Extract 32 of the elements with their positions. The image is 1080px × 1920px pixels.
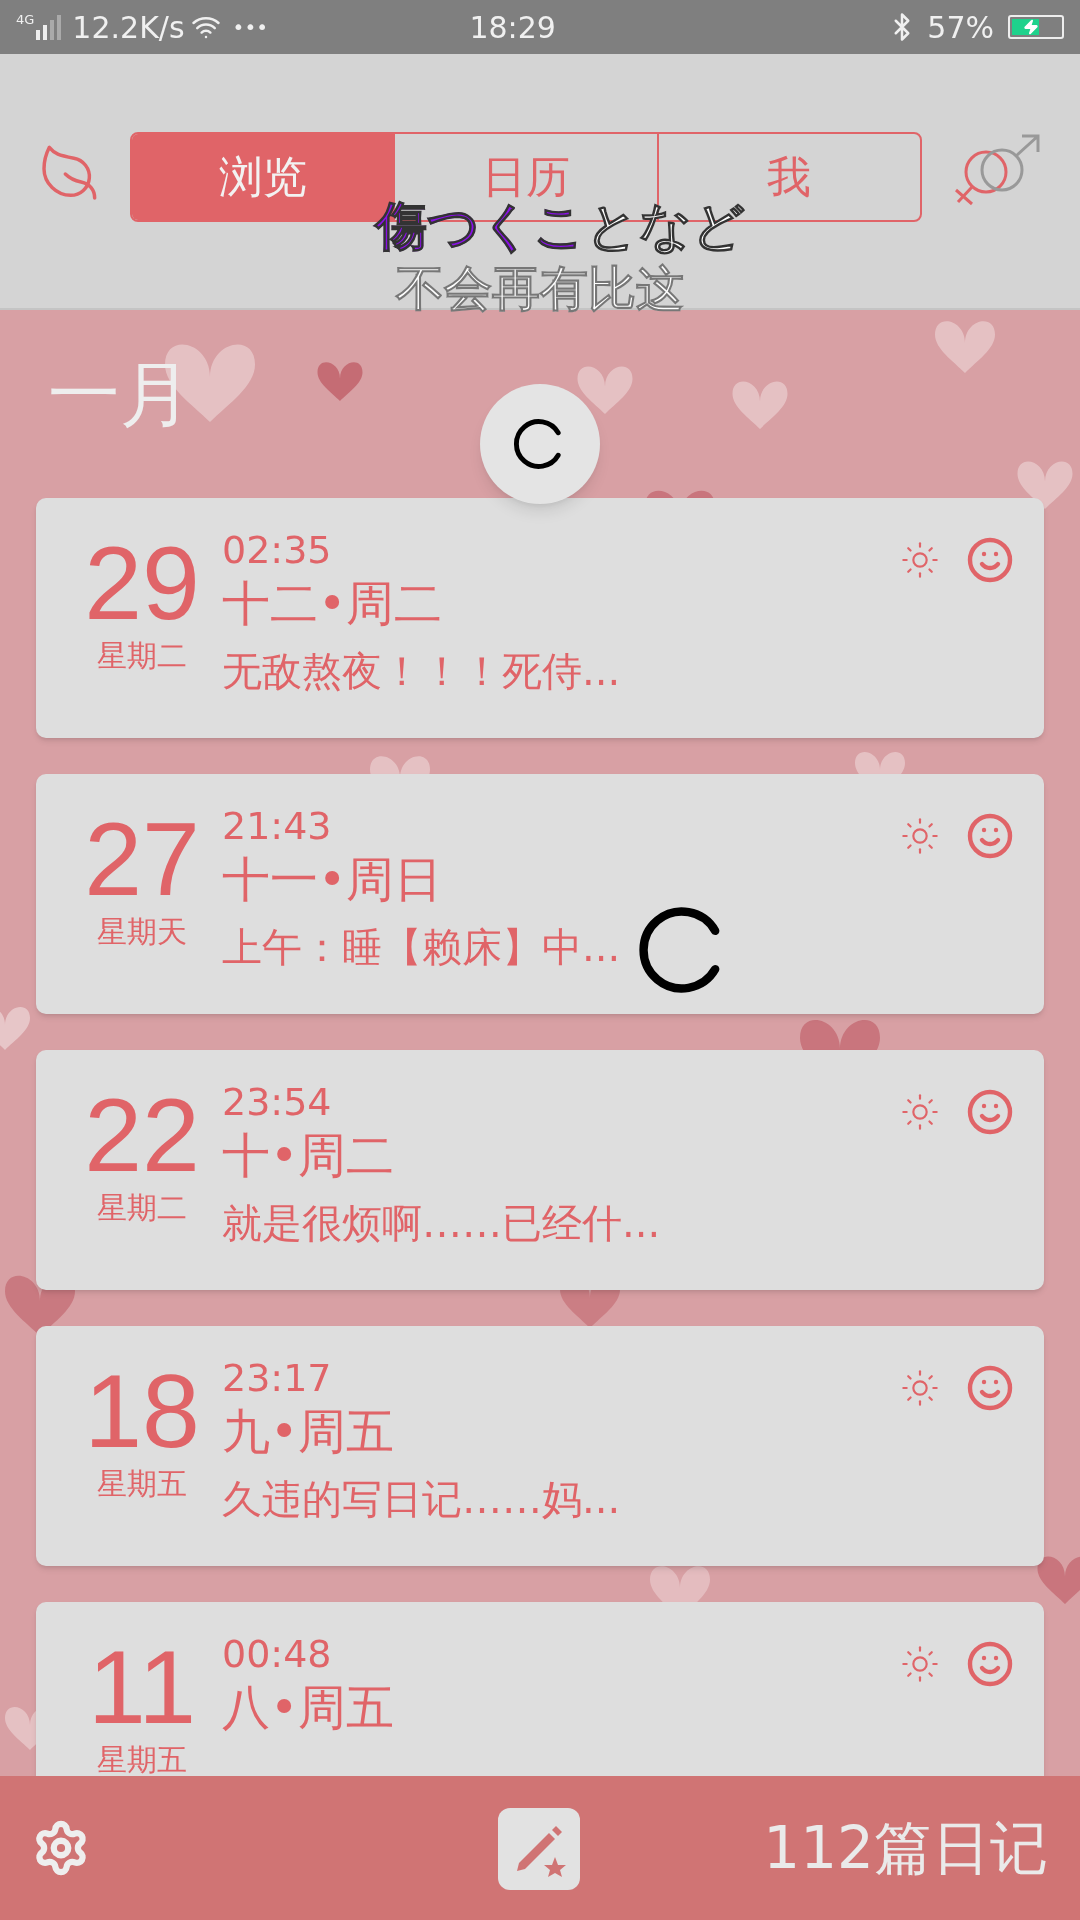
entry-count: 112篇日记 — [763, 1812, 1048, 1884]
weekday: 星期二 — [97, 1190, 187, 1226]
entry-time: 23:54 — [222, 1080, 333, 1124]
day-number: 27 — [84, 804, 200, 914]
lunar-date: 十二•周二 — [222, 574, 444, 633]
month-heading: 一月 — [48, 351, 192, 438]
entry-time: 02:35 — [222, 528, 333, 572]
entry-time: 23:17 — [222, 1356, 333, 1400]
day-number: 18 — [84, 1356, 200, 1466]
entry-time: 21:43 — [222, 804, 333, 848]
lunar-date: 八•周五 — [222, 1678, 395, 1737]
lunar-date: 十一•周日 — [222, 850, 444, 909]
weekday: 星期天 — [97, 914, 187, 950]
lunar-date: 十•周二 — [222, 1126, 396, 1185]
lunar-date: 九•周五 — [222, 1402, 396, 1461]
more-dots: ••• — [232, 14, 268, 41]
entry-time: 00:48 — [222, 1632, 333, 1676]
day-number: 22 — [84, 1080, 200, 1190]
entry-excerpt: 就是很烦啊……已经什... — [222, 1199, 661, 1248]
entry-excerpt: 上午：睡【赖床】中... — [222, 923, 621, 972]
network-type: 4G — [16, 11, 35, 29]
weekday: 星期五 — [97, 1742, 187, 1776]
entry-excerpt: 久违的写日记……妈... — [222, 1475, 621, 1524]
battery-percent: 57% — [927, 8, 994, 47]
clock: 18:29 — [468, 8, 557, 47]
day-number: 29 — [84, 528, 200, 638]
weekday: 星期五 — [97, 1466, 187, 1502]
network-speed: 12.2K/s — [72, 8, 185, 47]
entry-excerpt: 无敌熬夜！！！死侍... — [222, 647, 621, 696]
weekday: 星期二 — [97, 638, 187, 674]
day-number: 11 — [88, 1632, 196, 1742]
lyric-line: 不会再有比这 — [396, 260, 684, 316]
